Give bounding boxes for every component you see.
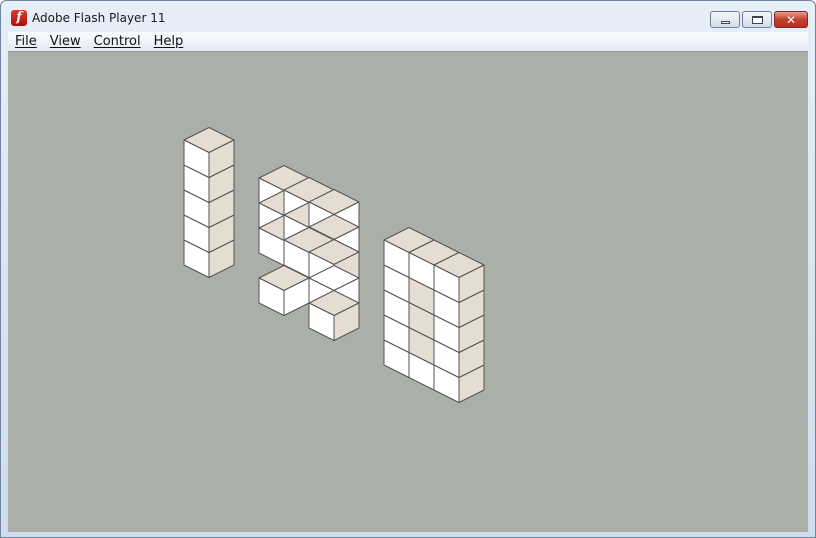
menu-bar: File View Control Help <box>8 32 808 50</box>
window-title: Adobe Flash Player 11 <box>32 11 166 25</box>
menu-control[interactable]: Control <box>94 34 141 49</box>
menu-view[interactable]: View <box>50 34 81 49</box>
maximize-icon <box>751 15 763 24</box>
cube-scene <box>183 127 485 403</box>
close-icon: ✕ <box>785 12 797 27</box>
menu-help[interactable]: Help <box>154 34 184 49</box>
menu-file[interactable]: File <box>15 34 37 49</box>
minimize-icon <box>720 20 730 24</box>
minimize-button[interactable] <box>710 11 740 28</box>
maximize-button[interactable] <box>742 11 772 28</box>
flash-player-icon[interactable]: f <box>11 10 27 26</box>
close-button[interactable]: ✕ <box>774 11 808 28</box>
app-window: f Adobe Flash Player 11 ✕ File View Cont… <box>0 0 816 538</box>
flash-stage[interactable] <box>8 51 808 532</box>
title-bar[interactable]: f Adobe Flash Player 11 ✕ <box>1 1 815 31</box>
